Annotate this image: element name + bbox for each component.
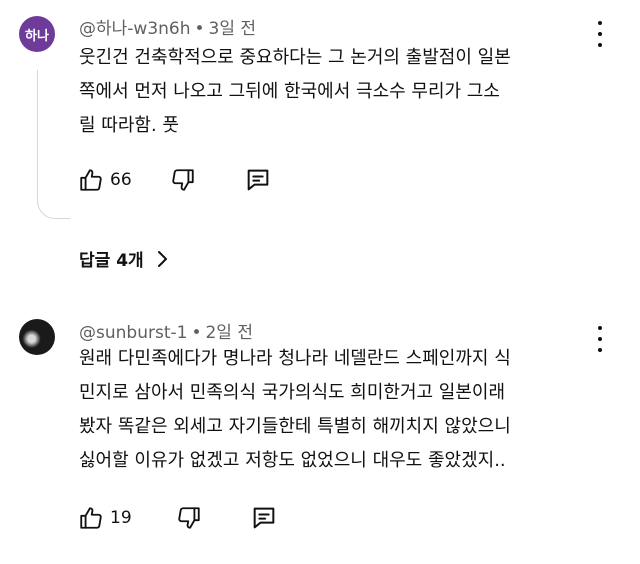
dislike-button[interactable] xyxy=(170,167,196,193)
comment-actions: 66 xyxy=(78,166,272,194)
thumbs-up-icon xyxy=(80,169,102,191)
avatar[interactable] xyxy=(19,319,55,355)
comment-meta: @sunburst-1 • 2일 전 xyxy=(79,318,253,343)
comment-line: 원래 다민족에다가 명나라 청나라 네델란드 스페인까지 식 xyxy=(79,348,511,369)
view-replies-button[interactable]: 답글 4개 xyxy=(79,246,168,271)
more-vert-icon[interactable] xyxy=(593,21,607,47)
replies-label: 답글 4개 xyxy=(79,251,144,271)
author-handle[interactable]: @하나-w3n6h xyxy=(79,19,191,39)
like-count: 19 xyxy=(110,508,132,528)
thumbs-down-icon xyxy=(177,507,200,529)
comment-text: 웃긴건 건축학적으로 중요하다는 그 논거의 출발점이 일본 쪽에서 먼저 나오… xyxy=(79,41,511,143)
comment-line: 민지로 삼아서 민족의식 국가의식도 희미한거고 일본이래 xyxy=(79,382,506,403)
comment-line: 릴 따라함. 풋 xyxy=(79,115,179,136)
meta-separator: • xyxy=(191,323,202,343)
comment-line: 쪽에서 먼저 나오고 그뒤에 한국에서 극소수 무리가 그소 xyxy=(79,81,500,102)
like-button[interactable]: 19 xyxy=(78,505,132,531)
dislike-button[interactable] xyxy=(176,505,202,531)
like-button[interactable]: 66 xyxy=(78,167,132,193)
meta-separator: • xyxy=(194,19,205,39)
comment-time[interactable]: 2일 전 xyxy=(205,323,253,343)
author-handle[interactable]: @sunburst-1 xyxy=(79,323,187,343)
like-count: 66 xyxy=(110,170,132,190)
reply-comment-icon xyxy=(253,507,274,529)
comment-time[interactable]: 3일 전 xyxy=(209,19,257,39)
comment-line: 봤자 똑같은 외세고 자기들한테 특별히 해끼치지 않았으니 xyxy=(79,416,511,437)
chevron-right-icon xyxy=(157,250,167,267)
reply-button[interactable] xyxy=(250,504,278,532)
comment-meta: @하나-w3n6h • 3일 전 xyxy=(79,14,256,39)
comment-text: 원래 다민족에다가 명나라 청나라 네델란드 스페인까지 식 민지로 삼아서 민… xyxy=(79,342,511,478)
reply-comment-icon xyxy=(247,169,268,191)
more-vert-icon[interactable] xyxy=(593,326,607,352)
comment-line: 싫어할 이유가 없겠고 저항도 없었으니 대우도 좋았겠지.. xyxy=(79,450,506,471)
thread-line xyxy=(37,70,70,219)
thumbs-down-icon xyxy=(171,169,194,191)
avatar[interactable]: 하나 xyxy=(19,16,55,52)
comment-line: 웃긴건 건축학적으로 중요하다는 그 논거의 출발점이 일본 xyxy=(79,47,511,68)
reply-button[interactable] xyxy=(244,166,272,194)
comment-actions: 19 xyxy=(78,504,278,532)
thumbs-up-icon xyxy=(80,507,102,529)
